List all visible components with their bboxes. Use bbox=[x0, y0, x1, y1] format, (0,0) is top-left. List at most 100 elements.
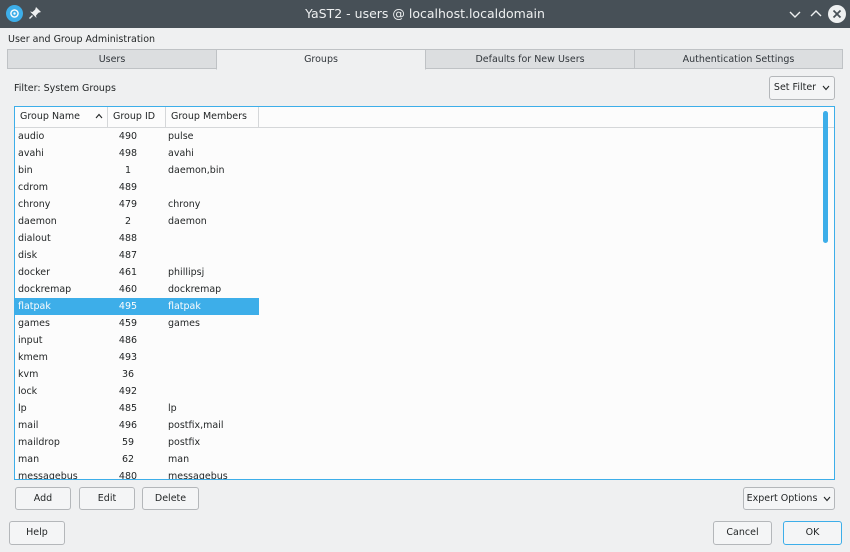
group-id-cell: 485 bbox=[118, 403, 138, 414]
group-id-cell: 487 bbox=[118, 250, 138, 261]
group-name-cell: lock bbox=[18, 386, 38, 397]
column-header-group-name[interactable]: Group Name bbox=[15, 107, 108, 127]
group-id-cell: 479 bbox=[118, 199, 138, 210]
table-row[interactable]: games 459 games bbox=[15, 315, 259, 332]
table-row[interactable]: chrony 479 chrony bbox=[15, 196, 259, 213]
delete-button[interactable]: Delete bbox=[142, 487, 199, 510]
tab-bar: Users Groups Defaults for New Users Auth… bbox=[7, 49, 843, 70]
group-name-cell: dialout bbox=[18, 233, 51, 244]
group-name-cell: bin bbox=[18, 165, 33, 176]
group-members-cell: avahi bbox=[168, 148, 194, 159]
table-row[interactable]: man 62 man bbox=[15, 451, 259, 468]
maximize-button[interactable] bbox=[807, 5, 825, 23]
group-members-cell: postfix,mail bbox=[168, 420, 224, 431]
group-members-cell: daemon,bin bbox=[168, 165, 225, 176]
group-name-cell: flatpak bbox=[18, 301, 51, 312]
table-row[interactable]: cdrom 489 bbox=[15, 179, 259, 196]
group-name-cell: mail bbox=[18, 420, 39, 431]
group-members-cell: messagebus bbox=[168, 471, 228, 480]
group-name-cell: docker bbox=[18, 267, 50, 278]
group-id-cell: 495 bbox=[118, 301, 138, 312]
group-id-cell: 36 bbox=[121, 369, 135, 380]
group-id-cell: 1 bbox=[124, 165, 132, 176]
group-id-cell: 488 bbox=[118, 233, 138, 244]
group-id-cell: 2 bbox=[124, 216, 132, 227]
table-row[interactable]: kvm 36 bbox=[15, 366, 259, 383]
group-id-cell: 492 bbox=[118, 386, 138, 397]
table-row[interactable]: input 486 bbox=[15, 332, 259, 349]
scrollbar-thumb[interactable] bbox=[823, 111, 828, 243]
table-row[interactable]: lock 492 bbox=[15, 383, 259, 400]
group-members-cell: man bbox=[168, 454, 190, 465]
table-row[interactable]: kmem 493 bbox=[15, 349, 259, 366]
table-row[interactable]: dockremap 460 dockremap bbox=[15, 281, 259, 298]
tab-authentication-settings[interactable]: Authentication Settings bbox=[634, 49, 843, 69]
add-button[interactable]: Add bbox=[15, 487, 71, 510]
table-row[interactable]: messagebus 480 messagebus bbox=[15, 468, 259, 480]
group-id-cell: 459 bbox=[118, 318, 138, 329]
group-id-cell: 461 bbox=[118, 267, 138, 278]
table-row[interactable]: daemon 2 daemon bbox=[15, 213, 259, 230]
group-id-cell: 493 bbox=[118, 352, 138, 363]
group-name-cell: disk bbox=[18, 250, 38, 261]
chevron-down-icon bbox=[789, 11, 801, 18]
group-id-cell: 486 bbox=[118, 335, 138, 346]
group-id-cell: 59 bbox=[121, 437, 135, 448]
table-row[interactable]: dialout 488 bbox=[15, 230, 259, 247]
group-name-cell: kvm bbox=[18, 369, 39, 380]
tab-groups[interactable]: Groups bbox=[216, 49, 426, 70]
group-id-cell: 496 bbox=[118, 420, 138, 431]
group-name-cell: maildrop bbox=[18, 437, 60, 448]
group-members-cell: flatpak bbox=[168, 301, 201, 312]
chevron-down-icon bbox=[823, 496, 831, 501]
groups-table[interactable]: Group Name Group ID Group Members audio 4… bbox=[14, 106, 835, 480]
expert-options-button[interactable]: Expert Options bbox=[743, 487, 835, 510]
group-id-cell: 62 bbox=[121, 454, 135, 465]
group-name-cell: messagebus bbox=[18, 471, 78, 480]
window-title: YaST2 - users @ localhost.localdomain bbox=[305, 6, 545, 21]
table-row[interactable]: lp 485 lp bbox=[15, 400, 259, 417]
table-header: Group Name Group ID Group Members bbox=[15, 107, 834, 128]
group-members-cell: lp bbox=[168, 403, 177, 414]
cancel-button[interactable]: Cancel bbox=[713, 521, 772, 545]
minimize-button[interactable] bbox=[786, 5, 804, 23]
table-row[interactable]: disk 487 bbox=[15, 247, 259, 264]
set-filter-label: Set Filter bbox=[773, 82, 817, 93]
group-name-cell: cdrom bbox=[18, 182, 49, 193]
table-row[interactable]: audio 490 pulse bbox=[15, 128, 259, 145]
set-filter-button[interactable]: Set Filter bbox=[769, 76, 835, 100]
group-name-cell: avahi bbox=[18, 148, 44, 159]
group-members-cell: dockremap bbox=[168, 284, 222, 295]
column-header-group-id[interactable]: Group ID bbox=[108, 107, 166, 127]
group-members-cell: games bbox=[168, 318, 200, 329]
help-button[interactable]: Help bbox=[9, 521, 65, 545]
tab-defaults-for-new-users[interactable]: Defaults for New Users bbox=[425, 49, 635, 69]
table-row[interactable]: avahi 498 avahi bbox=[15, 145, 259, 162]
table-row[interactable]: maildrop 59 postfix bbox=[15, 434, 259, 451]
group-name-cell: kmem bbox=[18, 352, 48, 363]
sort-ascending-icon bbox=[95, 113, 103, 119]
column-header-group-members[interactable]: Group Members bbox=[166, 107, 259, 127]
group-name-cell: man bbox=[18, 454, 40, 465]
tab-users[interactable]: Users bbox=[7, 49, 217, 69]
group-name-cell: dockremap bbox=[18, 284, 72, 295]
ok-button[interactable]: OK bbox=[783, 521, 842, 545]
group-id-cell: 498 bbox=[118, 148, 138, 159]
group-members-cell: postfix bbox=[168, 437, 201, 448]
edit-button[interactable]: Edit bbox=[79, 487, 135, 510]
table-row[interactable]: bin 1 daemon,bin bbox=[15, 162, 259, 179]
window-titlebar: YaST2 - users @ localhost.localdomain bbox=[0, 0, 850, 28]
close-button[interactable] bbox=[828, 5, 846, 23]
group-name-cell: input bbox=[18, 335, 43, 346]
table-scrollbar[interactable] bbox=[823, 111, 829, 475]
group-id-cell: 489 bbox=[118, 182, 138, 193]
table-row[interactable]: flatpak 495 flatpak bbox=[15, 298, 259, 315]
group-id-cell: 490 bbox=[118, 131, 138, 142]
chevron-down-icon bbox=[822, 85, 830, 90]
group-name-cell: audio bbox=[18, 131, 45, 142]
table-row[interactable]: docker 461 phillipsj bbox=[15, 264, 259, 281]
table-row[interactable]: mail 496 postfix,mail bbox=[15, 417, 259, 434]
group-members-cell: pulse bbox=[168, 131, 194, 142]
group-name-cell: lp bbox=[18, 403, 27, 414]
group-members-cell: phillipsj bbox=[168, 267, 205, 278]
